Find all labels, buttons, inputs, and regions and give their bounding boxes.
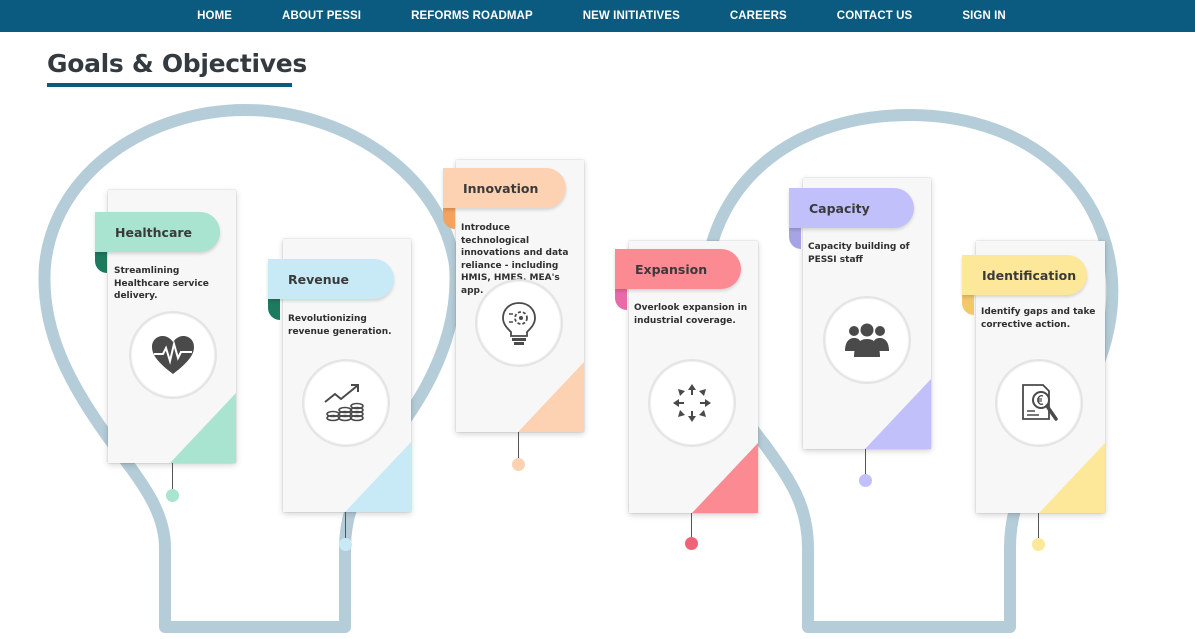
revenue-growth-icon (324, 384, 364, 422)
goal-title: Capacity (789, 188, 914, 228)
connector-dot (859, 474, 872, 487)
connector-line (172, 463, 173, 491)
connector-dot (339, 538, 352, 551)
card-corner-fold (1039, 443, 1105, 513)
goal-title: Innovation (443, 168, 566, 208)
icon-circle (129, 311, 217, 399)
goal-description: Revolutionizing revenue generation. (288, 314, 392, 337)
goal-title: Revenue (268, 259, 394, 299)
goal-description: Overlook expansion in industrial coverag… (634, 303, 748, 326)
connector-line (518, 432, 519, 460)
card-corner-fold (692, 443, 758, 513)
icon-circle (302, 359, 390, 447)
goal-title: Identification (962, 255, 1087, 295)
goal-title: Expansion (615, 249, 741, 289)
card-corner-fold (865, 379, 931, 449)
connector-line (865, 449, 866, 476)
card-corner-fold (170, 393, 236, 463)
icon-circle (823, 296, 911, 384)
people-group-icon (845, 323, 889, 357)
goal-description: Capacity building of PESSI staff (808, 242, 910, 265)
connector-line (691, 513, 692, 538)
connector-line (345, 512, 346, 540)
goal-title: Healthcare (95, 212, 220, 252)
connector-line (1038, 513, 1039, 540)
icon-circle (995, 359, 1083, 447)
card-corner-fold (518, 362, 584, 432)
connector-dot (685, 537, 698, 550)
goal-description: Identify gaps and take corrective action… (981, 307, 1096, 330)
icon-circle (475, 279, 563, 367)
icon-circle (648, 359, 736, 447)
connector-dot (512, 458, 525, 471)
card-corner-fold (345, 442, 411, 512)
connector-dot (1032, 538, 1045, 551)
document-magnifier-icon (1022, 384, 1058, 421)
goal-description: Streamlining Healthcare service delivery… (114, 266, 209, 301)
expand-arrows-icon (673, 384, 711, 422)
heart-pulse-icon (152, 336, 194, 374)
lightbulb-gear-icon (502, 302, 536, 345)
connector-dot (166, 489, 179, 502)
